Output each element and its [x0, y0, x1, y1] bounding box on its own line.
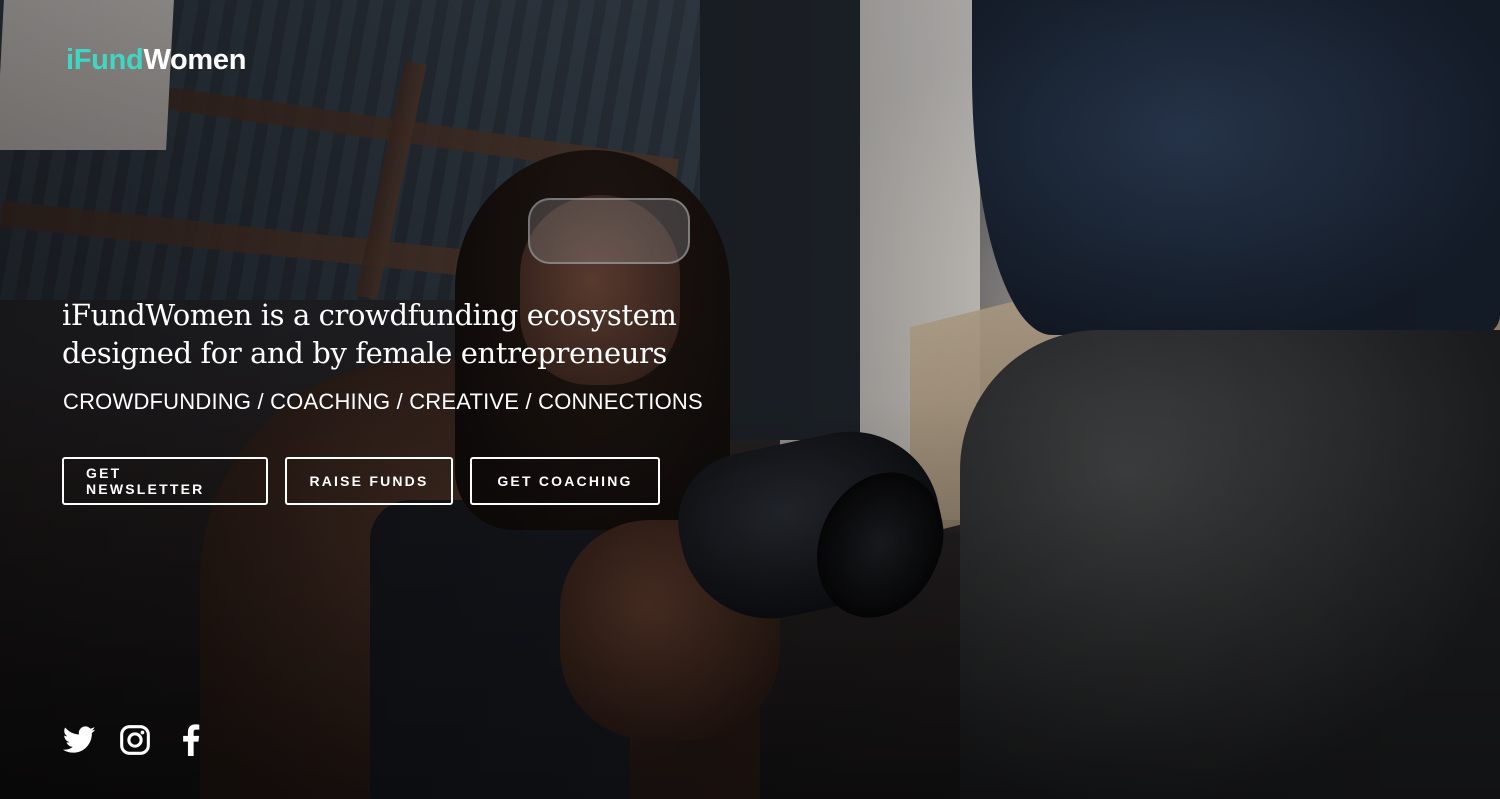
hero-headline: iFundWomen is a crowdfunding ecosystem d… — [62, 296, 762, 372]
raise-funds-button[interactable]: RAISE FUNDS — [285, 457, 453, 505]
social-links — [62, 722, 208, 758]
facebook-link[interactable] — [174, 722, 208, 758]
get-newsletter-button[interactable]: GET NEWSLETTER — [62, 457, 268, 505]
cta-button-group: GET NEWSLETTER RAISE FUNDS GET COACHING — [62, 457, 660, 505]
site-logo[interactable]: iFundWomen — [66, 44, 246, 77]
get-coaching-button[interactable]: GET COACHING — [470, 457, 660, 505]
facebook-icon — [183, 724, 200, 756]
instagram-link[interactable] — [118, 722, 152, 758]
logo-accent: Fund — [73, 44, 144, 76]
logo-prefix: i — [66, 44, 74, 76]
twitter-icon — [62, 726, 95, 753]
headline-line-2: designed for and by female entrepreneurs — [62, 336, 667, 370]
hero-section: iFundWomen iFundWomen is a crowdfunding … — [0, 0, 1500, 799]
headline-line-1: iFundWomen is a crowdfunding ecosystem — [62, 298, 677, 332]
hero-tagline: CROWDFUNDING / COACHING / CREATIVE / CON… — [63, 389, 703, 414]
instagram-icon — [120, 725, 150, 755]
logo-suffix: Women — [143, 44, 247, 76]
twitter-link[interactable] — [62, 722, 96, 758]
